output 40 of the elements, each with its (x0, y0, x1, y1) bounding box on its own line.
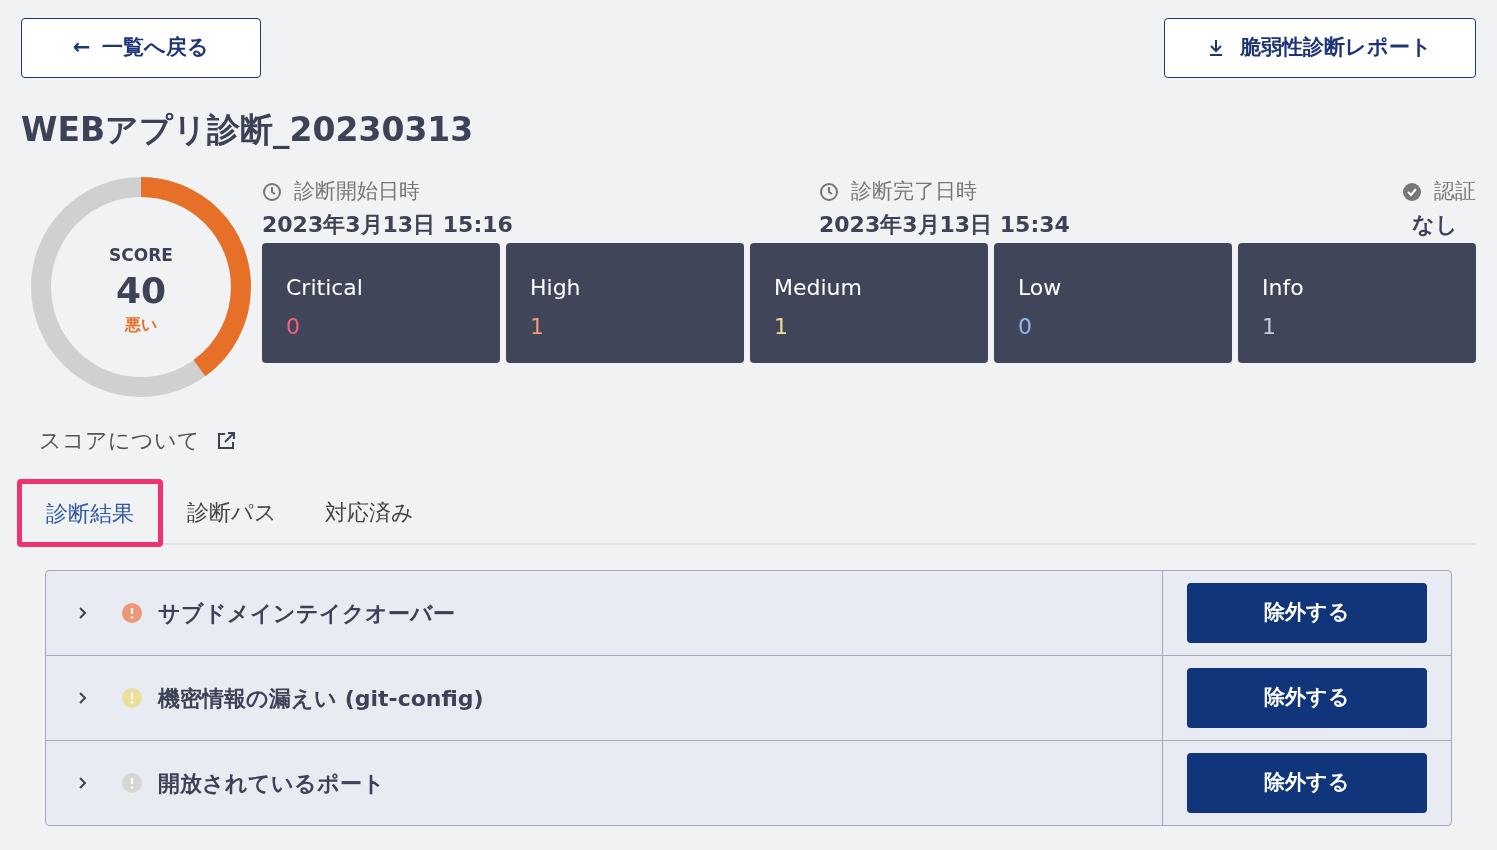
severity-count: 1 (774, 312, 789, 341)
download-icon (1208, 39, 1224, 57)
page-title: WEBアプリ診断_20230313 (21, 109, 475, 151)
exclude-button[interactable]: 除外する (1187, 668, 1427, 728)
severity-label: Critical (286, 273, 364, 302)
external-link-icon (216, 430, 236, 451)
meta-label: 認証 (1434, 178, 1476, 205)
back-button[interactable]: ← 一覧へ戻る (21, 18, 261, 78)
severity-label: Low (1018, 273, 1063, 302)
meta-value: 2023年3月13日 15:34 (819, 210, 1071, 239)
finding-title: 開放されているポート (158, 769, 385, 798)
severity-label: Medium (774, 273, 863, 302)
report-download-button[interactable]: 脆弱性診断レポート (1164, 18, 1476, 78)
clock-icon (819, 181, 839, 202)
tab[interactable]: 診断結果 (17, 479, 163, 547)
severity-count: 1 (1262, 312, 1277, 341)
score-rating: 悪い (125, 313, 157, 336)
tab[interactable]: 対応済み (301, 481, 438, 543)
meta-label: 診断完了日時 (851, 178, 977, 205)
exclude-button[interactable]: 除外する (1187, 753, 1427, 813)
score-value: 40 (115, 268, 167, 313)
score-heading: SCORE (109, 244, 173, 268)
exclude-button[interactable]: 除外する (1187, 583, 1427, 643)
severity-count: 0 (286, 312, 301, 341)
meta-label: 診断開始日時 (294, 178, 420, 205)
score-info-link[interactable]: スコアについて (39, 424, 262, 457)
tab[interactable]: 診断パス (163, 481, 301, 543)
finding-title: サブドメインテイクオーバー (158, 599, 455, 628)
check-circle-icon (1402, 181, 1422, 202)
severity-count: 1 (530, 312, 545, 341)
expand-chevron-icon[interactable] (78, 691, 88, 705)
finding-title: 機密情報の漏えい (git-config) (158, 684, 484, 713)
expand-chevron-icon[interactable] (78, 606, 88, 620)
expand-chevron-icon[interactable] (78, 776, 88, 790)
severity-label: High (530, 273, 582, 302)
clock-icon (262, 181, 282, 202)
meta-value: 2023年3月13日 15:16 (262, 210, 514, 239)
severity-count: 0 (1018, 312, 1033, 341)
meta-value: なし (1412, 210, 1458, 239)
severity-label: Info (1262, 273, 1305, 302)
